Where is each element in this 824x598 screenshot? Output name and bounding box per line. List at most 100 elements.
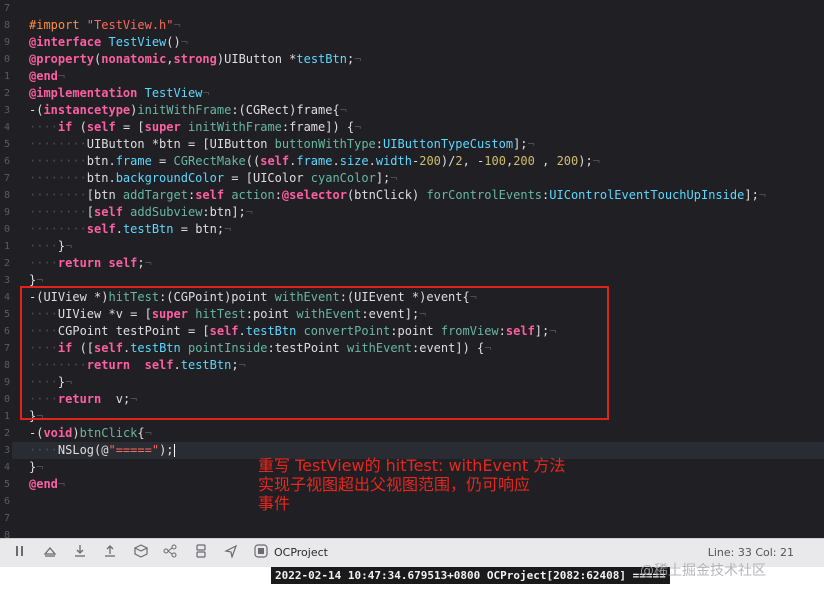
code-line[interactable]: ········[btn addTarget:self action:@sele… <box>29 187 766 204</box>
code-token: :(CGRect)frame{ <box>231 103 340 117</box>
code-token: ········ <box>29 154 87 168</box>
code-line[interactable]: ········[self addSubview:btn];¬ <box>29 204 253 221</box>
code-token: frame <box>296 154 333 168</box>
code-line[interactable]: -(instancetype)initWithFrame:(CGRect)fra… <box>29 102 347 119</box>
code-token: ¬ <box>527 137 535 151</box>
watermark: @稀土掘金技术社区 <box>640 563 766 579</box>
memory-graph-icon[interactable] <box>163 544 177 560</box>
step-in-icon[interactable] <box>73 544 87 560</box>
code-token: "=====" <box>108 443 160 457</box>
code-token: @property <box>29 52 95 66</box>
code-token: 200 <box>419 154 441 168</box>
code-token: ···· <box>29 256 58 270</box>
code-token: @implementation <box>29 86 138 100</box>
code-token: ¬ <box>202 86 210 100</box>
code-line[interactable]: ········UIButton *btn = [UIButton button… <box>29 136 535 153</box>
code-line[interactable]: @property(nonatomic,strong)UIButton *tes… <box>29 51 361 68</box>
code-token: ···· <box>29 443 58 457</box>
console-output: 2022-02-14 10:47:34.679513+0800 OCProjec… <box>271 567 670 584</box>
line-number-gutter: 789012345678901234567890123456783456 <box>0 0 12 538</box>
environment-icon[interactable] <box>194 544 208 560</box>
code-token: ; <box>137 256 145 270</box>
code-token: = [UIColor <box>224 171 311 185</box>
line-number: 8 <box>3 530 10 538</box>
code-token: testBtn <box>296 52 347 66</box>
annotation-line-2: 实现子视图超出父视图范围，仍可响应 <box>258 475 531 494</box>
code-line[interactable]: ········self.testBtn = btn;¬ <box>29 221 231 238</box>
line-number: 4 <box>3 462 10 473</box>
code-token: )/ <box>440 154 456 168</box>
code-token: strong <box>173 52 217 66</box>
code-token: ¬ <box>354 52 362 66</box>
code-line[interactable]: ····return self;¬ <box>29 255 152 272</box>
code-editor[interactable]: 789012345678901234567890123456783456 #im… <box>0 0 824 538</box>
code-token: ]; <box>375 171 391 185</box>
code-token: @selector <box>281 188 347 202</box>
code-token: -( <box>29 103 44 117</box>
code-token: ········ <box>29 222 87 236</box>
code-token: ···· <box>29 239 58 253</box>
line-number: 7 <box>3 3 10 14</box>
code-token: () <box>166 35 181 49</box>
code-line[interactable]: -(void)btnClick{¬ <box>29 425 152 442</box>
view-hierarchy-icon[interactable] <box>133 544 149 560</box>
line-number: 2 <box>3 428 10 439</box>
code-line[interactable]: @end¬ <box>29 68 65 85</box>
code-token: ); <box>578 154 593 168</box>
code-token: ········ <box>29 205 87 219</box>
code-token: width <box>375 154 412 168</box>
step-over-icon[interactable] <box>43 544 57 560</box>
code-line[interactable]: ····}¬ <box>29 238 72 255</box>
code-line[interactable]: ····if (self = [super initWithFrame:fram… <box>29 119 361 136</box>
code-token: ¬ <box>245 205 254 219</box>
line-number: 8 <box>3 190 10 201</box>
scheme-label[interactable]: OCProject <box>274 546 328 559</box>
code-token: :btn]; <box>202 205 246 219</box>
code-token: initWithFrame <box>187 120 282 134</box>
line-number: 9 <box>3 207 10 218</box>
code-token: . <box>115 222 123 236</box>
variables-pane[interactable] <box>0 567 268 598</box>
highlight-box <box>20 286 609 420</box>
pause-icon[interactable] <box>13 544 27 560</box>
line-number: 6 <box>3 496 10 507</box>
code-line[interactable]: @implementation TestView¬ <box>29 85 210 102</box>
code-token: @end <box>29 477 58 491</box>
code-line[interactable]: @interface TestView()¬ <box>29 34 188 51</box>
code-line[interactable]: #import "TestView.h"¬ <box>29 17 181 34</box>
code-token: TestView <box>108 35 167 49</box>
code-line[interactable]: @end¬ <box>29 476 65 493</box>
scheme-icon <box>254 544 268 560</box>
line-number: 8 <box>3 20 10 31</box>
code-token: return <box>57 256 102 270</box>
code-token: ( <box>72 120 87 134</box>
step-out-icon[interactable] <box>103 544 117 560</box>
code-token: , <box>166 52 174 66</box>
code-line[interactable]: }¬ <box>29 459 43 476</box>
code-token: if <box>57 120 73 134</box>
code-token: "TestView.h" <box>86 18 174 32</box>
location-icon[interactable] <box>224 544 238 560</box>
code-token: self <box>94 205 123 219</box>
line-number: 2 <box>3 88 10 99</box>
code-token: self <box>108 256 138 270</box>
code-token: cyanColor <box>310 171 376 185</box>
code-token: nonatomic <box>101 52 167 66</box>
code-token: [btn <box>86 188 123 202</box>
line-number: 0 <box>3 54 10 65</box>
code-line[interactable]: ········btn.backgroundColor = [UIColor c… <box>29 170 398 187</box>
code-token: : <box>274 188 282 202</box>
code-token: ) <box>72 426 80 440</box>
code-token: CGRectMake <box>173 154 246 168</box>
code-line[interactable]: ········btn.frame = CGRectMake((self.fra… <box>29 153 600 170</box>
code-token: btn. <box>86 171 116 185</box>
line-number: 7 <box>3 343 10 354</box>
code-token: UIControlEventTouchUpInside <box>549 188 745 202</box>
code-token: , <box>534 154 557 168</box>
code-token: initWithFrame <box>137 103 232 117</box>
code-token: ¬ <box>57 69 66 83</box>
code-token: 2 <box>455 154 463 168</box>
line-number: 1 <box>3 71 10 82</box>
line-number: 0 <box>3 224 10 235</box>
